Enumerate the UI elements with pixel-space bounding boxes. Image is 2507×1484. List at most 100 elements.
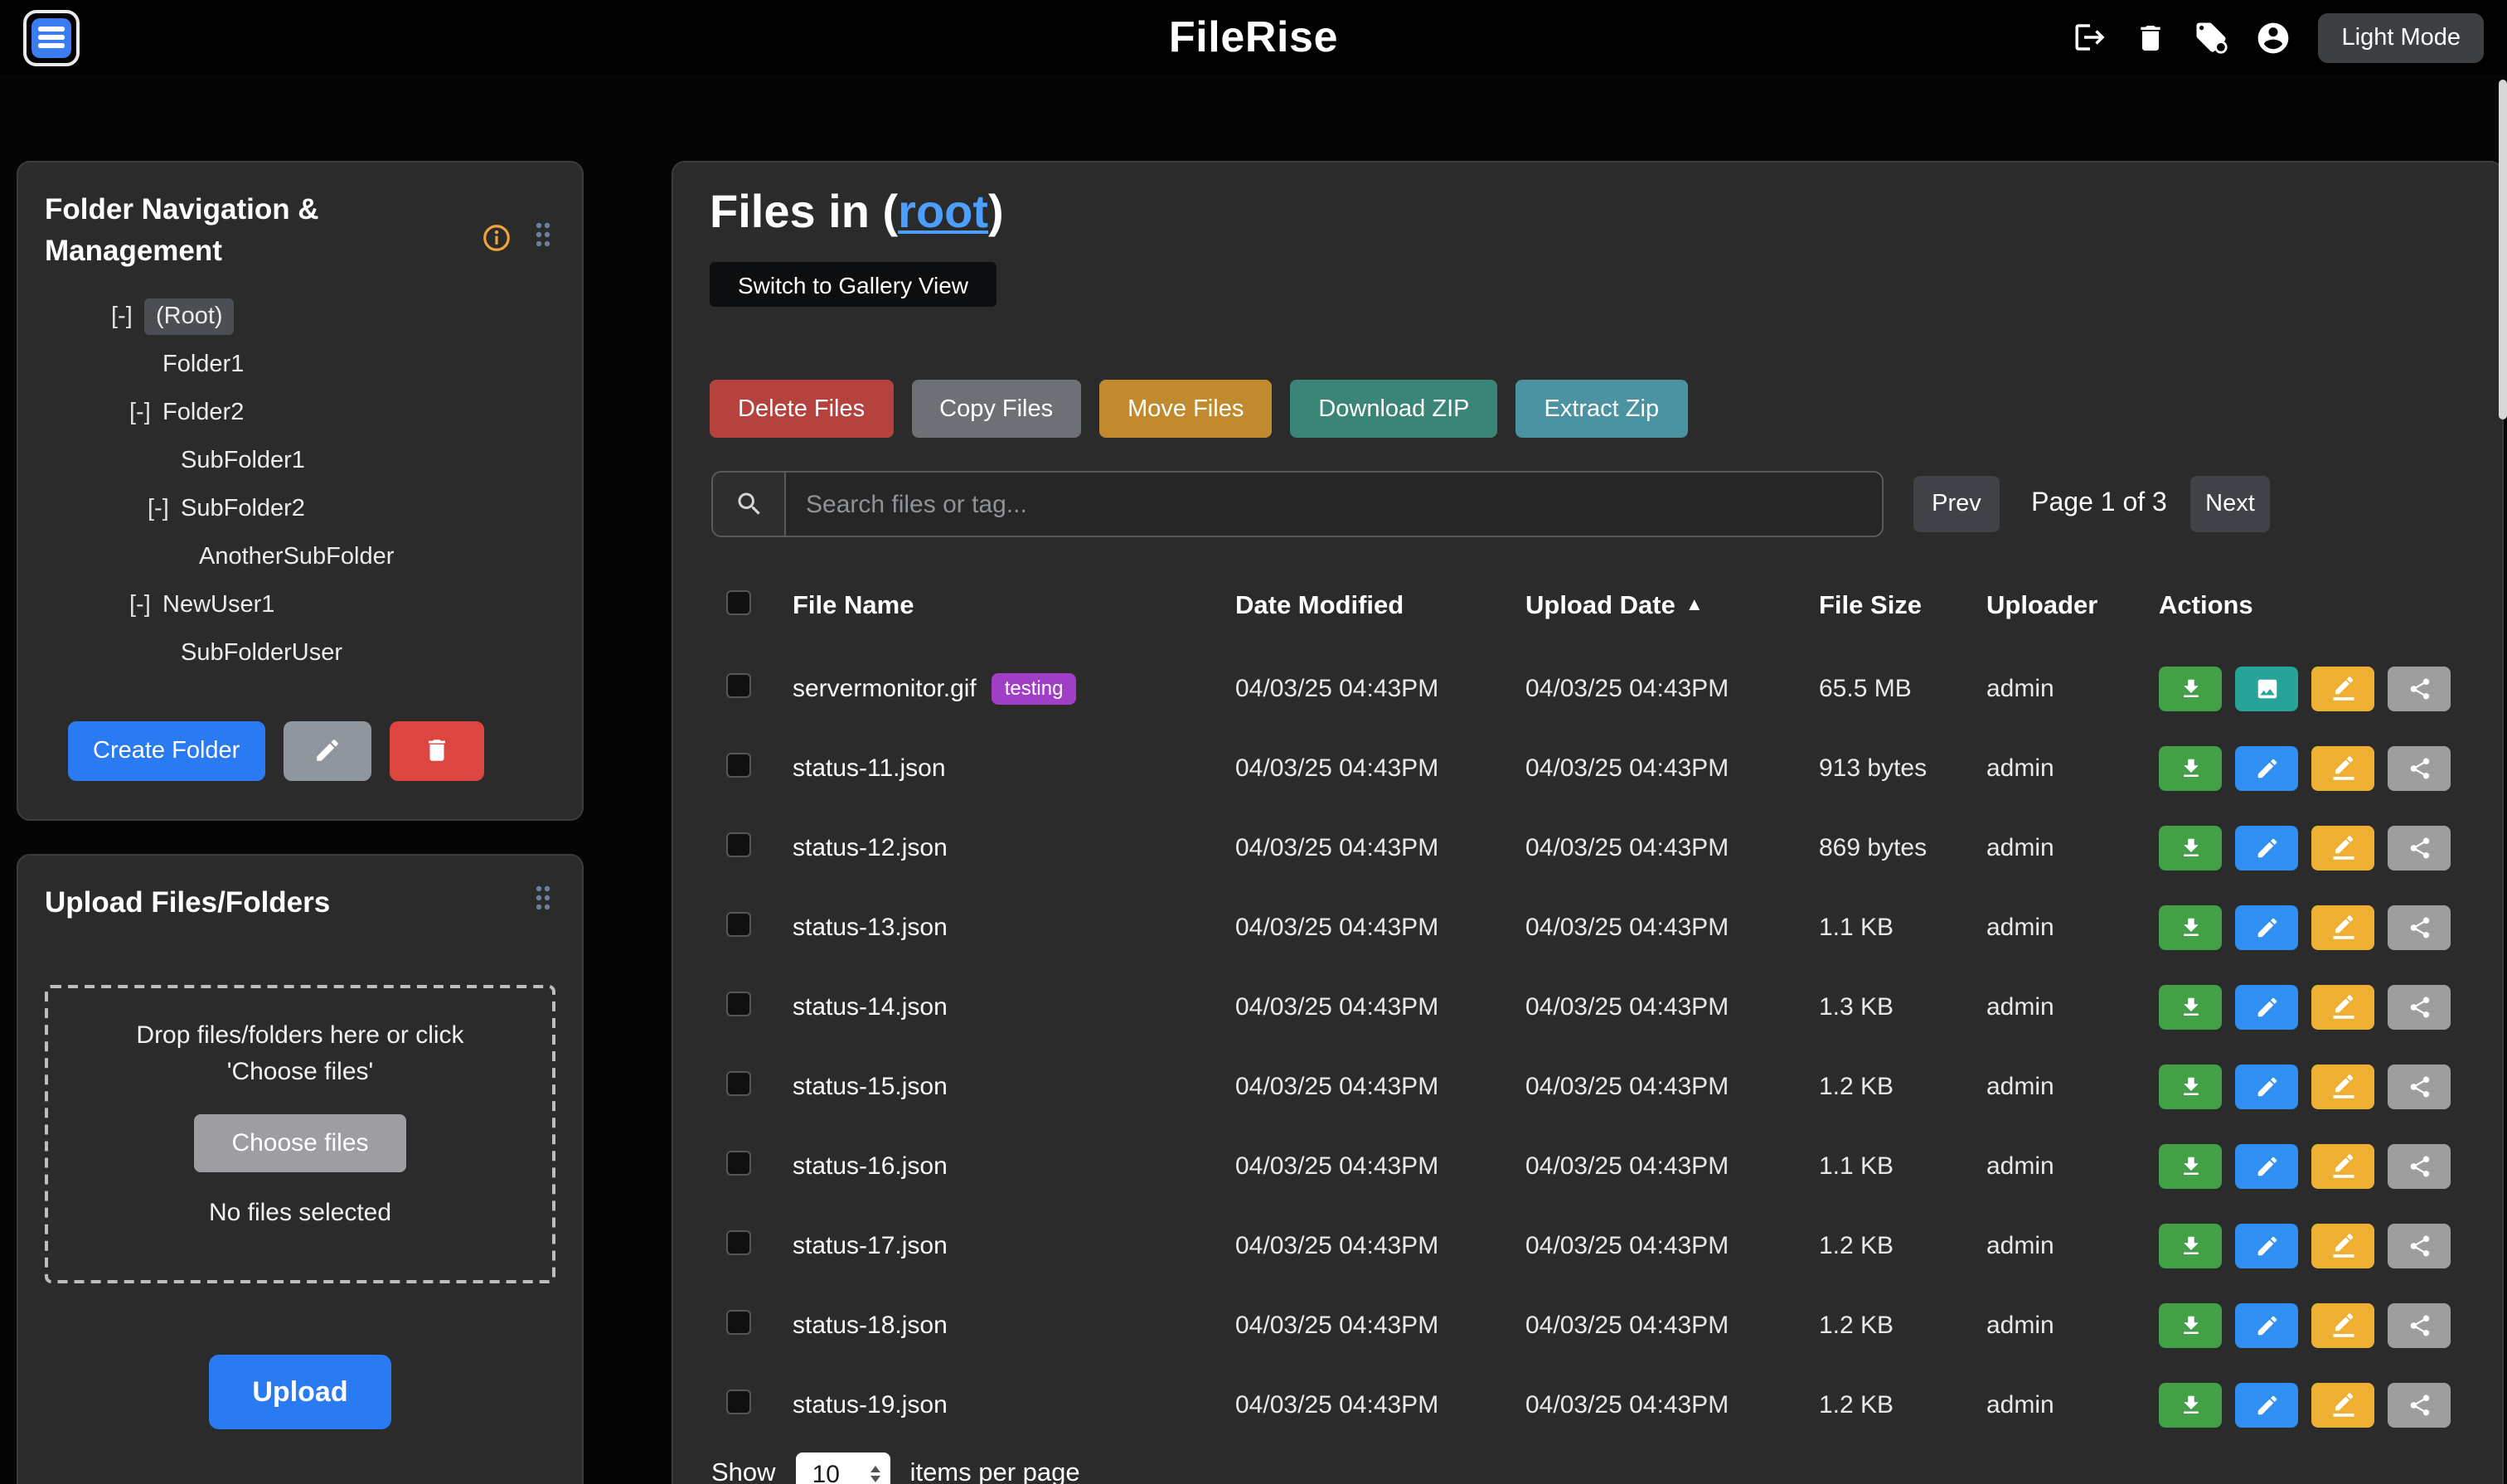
drag-handle-icon[interactable]: [534, 884, 552, 912]
gallery-view-button[interactable]: Switch to Gallery View: [710, 262, 996, 307]
rename-button[interactable]: [2311, 666, 2374, 710]
file-name[interactable]: status-13.json: [793, 913, 948, 941]
scrollbar-thumb[interactable]: [2499, 80, 2507, 419]
tree-item[interactable]: SubFolder1: [45, 438, 555, 486]
edit-button[interactable]: [2235, 1302, 2298, 1347]
items-per-page-select[interactable]: 10: [796, 1452, 890, 1484]
rename-button[interactable]: [2311, 825, 2374, 870]
root-folder-link[interactable]: root: [898, 186, 988, 237]
prev-page-button[interactable]: Prev: [1913, 476, 2000, 532]
download-button[interactable]: [2159, 825, 2222, 870]
trash-icon[interactable]: [2135, 21, 2168, 54]
file-name[interactable]: status-18.json: [793, 1311, 948, 1339]
download-button[interactable]: [2159, 1143, 2222, 1188]
download-button[interactable]: [2159, 745, 2222, 790]
edit-button[interactable]: [2235, 1382, 2298, 1427]
tree-item[interactable]: SubFolderUser: [45, 630, 555, 678]
share-button[interactable]: [2388, 904, 2451, 949]
download-button[interactable]: [2159, 1302, 2222, 1347]
preview-button[interactable]: [2235, 666, 2298, 710]
rename-button[interactable]: [2311, 1302, 2374, 1347]
file-name[interactable]: status-16.json: [793, 1152, 948, 1180]
search-input[interactable]: [786, 473, 1882, 536]
share-button[interactable]: [2388, 1143, 2451, 1188]
column-header-date-modified[interactable]: Date Modified: [1235, 592, 1525, 622]
file-name[interactable]: status-12.json: [793, 833, 948, 861]
move-files-button[interactable]: Move Files: [1099, 380, 1272, 438]
tags-icon[interactable]: [2194, 20, 2229, 55]
tree-item[interactable]: [-]Folder2: [45, 390, 555, 438]
share-button[interactable]: [2388, 1223, 2451, 1268]
row-checkbox[interactable]: [726, 991, 751, 1016]
info-icon[interactable]: [481, 222, 512, 254]
account-icon[interactable]: [2256, 19, 2292, 56]
extract-zip-button[interactable]: Extract Zip: [1516, 380, 1688, 438]
rename-button[interactable]: [2311, 1064, 2374, 1108]
create-folder-button[interactable]: Create Folder: [68, 721, 264, 781]
share-button[interactable]: [2388, 1064, 2451, 1108]
row-checkbox[interactable]: [726, 1389, 751, 1414]
download-button[interactable]: [2159, 1223, 2222, 1268]
column-header-uploader[interactable]: Uploader: [1986, 592, 2159, 622]
download-button[interactable]: [2159, 666, 2222, 710]
download-button[interactable]: [2159, 1064, 2222, 1108]
column-header-upload-date[interactable]: Upload Date▲: [1525, 592, 1819, 622]
file-name[interactable]: status-19.json: [793, 1390, 948, 1419]
upload-dropzone[interactable]: Drop files/folders here or click 'Choose…: [45, 986, 555, 1284]
tree-toggle-icon[interactable]: [-]: [111, 293, 144, 342]
share-button[interactable]: [2388, 666, 2451, 710]
file-name[interactable]: status-15.json: [793, 1072, 948, 1100]
share-button[interactable]: [2388, 984, 2451, 1029]
share-button[interactable]: [2388, 1302, 2451, 1347]
tree-item[interactable]: [-](Root): [45, 293, 555, 342]
row-checkbox[interactable]: [726, 1309, 751, 1334]
rename-button[interactable]: [2311, 1143, 2374, 1188]
edit-button[interactable]: [2235, 1223, 2298, 1268]
upload-button[interactable]: Upload: [209, 1355, 391, 1430]
select-all-checkbox[interactable]: [726, 590, 751, 615]
file-name[interactable]: status-11.json: [793, 754, 946, 782]
edit-button[interactable]: [2235, 904, 2298, 949]
drag-handle-icon[interactable]: [534, 221, 552, 249]
row-checkbox[interactable]: [726, 1150, 751, 1175]
row-checkbox[interactable]: [726, 1229, 751, 1254]
rename-folder-button[interactable]: [283, 721, 371, 781]
row-checkbox[interactable]: [726, 672, 751, 697]
row-checkbox[interactable]: [726, 911, 751, 936]
light-mode-button[interactable]: Light Mode: [2319, 12, 2485, 62]
file-name[interactable]: status-17.json: [793, 1231, 948, 1259]
row-checkbox[interactable]: [726, 832, 751, 856]
rename-button[interactable]: [2311, 984, 2374, 1029]
tree-toggle-icon[interactable]: [-]: [148, 486, 181, 534]
logout-icon[interactable]: [2073, 20, 2108, 55]
file-name[interactable]: status-14.json: [793, 992, 948, 1021]
tree-item[interactable]: Folder1: [45, 342, 555, 390]
download-zip-button[interactable]: Download ZIP: [1290, 380, 1497, 438]
column-header-file-size[interactable]: File Size: [1819, 592, 1986, 622]
edit-button[interactable]: [2235, 984, 2298, 1029]
share-button[interactable]: [2388, 825, 2451, 870]
edit-button[interactable]: [2235, 1064, 2298, 1108]
rename-button[interactable]: [2311, 745, 2374, 790]
rename-button[interactable]: [2311, 904, 2374, 949]
edit-button[interactable]: [2235, 825, 2298, 870]
rename-button[interactable]: [2311, 1223, 2374, 1268]
file-name[interactable]: servermonitor.gif: [793, 674, 977, 702]
share-button[interactable]: [2388, 745, 2451, 790]
share-button[interactable]: [2388, 1382, 2451, 1427]
tree-toggle-icon[interactable]: [-]: [129, 390, 162, 438]
tree-toggle-icon[interactable]: [-]: [129, 582, 162, 630]
download-button[interactable]: [2159, 984, 2222, 1029]
delete-files-button[interactable]: Delete Files: [710, 380, 893, 438]
column-header-file-name[interactable]: File Name: [793, 592, 1235, 622]
edit-button[interactable]: [2235, 745, 2298, 790]
choose-files-button[interactable]: Choose files: [194, 1115, 406, 1173]
row-checkbox[interactable]: [726, 1070, 751, 1095]
tree-item[interactable]: AnotherSubFolder: [45, 534, 555, 582]
tree-item[interactable]: [-]NewUser1: [45, 582, 555, 630]
edit-button[interactable]: [2235, 1143, 2298, 1188]
rename-button[interactable]: [2311, 1382, 2374, 1427]
filerise-logo[interactable]: [23, 9, 80, 65]
tree-item[interactable]: [-]SubFolder2: [45, 486, 555, 534]
row-checkbox[interactable]: [726, 752, 751, 777]
